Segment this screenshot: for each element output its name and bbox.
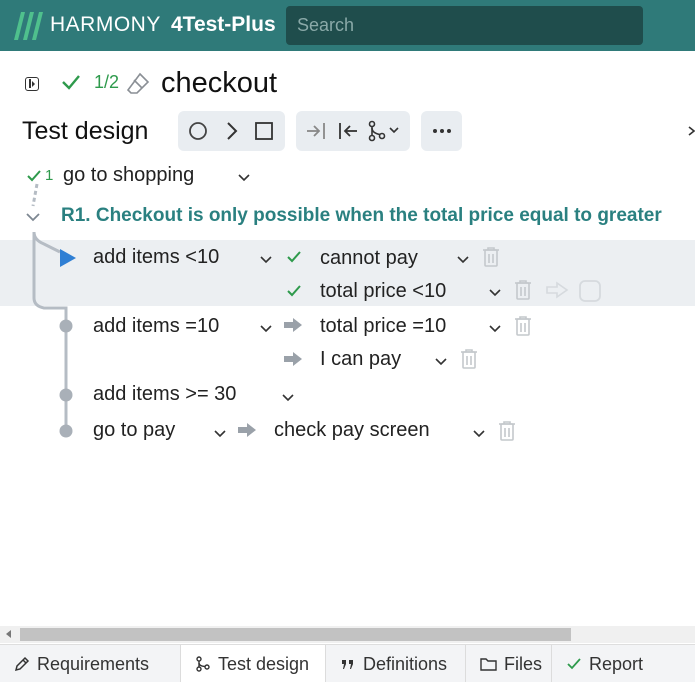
branch-icon [196, 656, 210, 672]
step-label[interactable]: go to shopping [63, 164, 194, 187]
search-input[interactable] [286, 6, 643, 45]
project-name[interactable]: 4Test-Plus [171, 13, 276, 37]
trash-icon[interactable] [514, 315, 532, 337]
outdent-icon[interactable] [336, 119, 360, 143]
toolbar: Test design [0, 110, 695, 154]
tab-label: Test design [218, 653, 310, 674]
chevron-down-icon[interactable] [260, 325, 272, 333]
square-node-icon[interactable] [578, 279, 602, 303]
node-type-group [178, 111, 285, 151]
tab-definitions[interactable]: Definitions [326, 645, 466, 682]
tab-requirements[interactable]: Requirements [0, 645, 181, 682]
check-icon [62, 75, 80, 90]
title-row: 1/2 checkout [0, 62, 695, 106]
page-title: checkout [161, 67, 278, 99]
action-label[interactable]: add items =10 [93, 315, 219, 338]
chevron-down-icon[interactable] [282, 394, 294, 402]
trash-icon[interactable] [482, 246, 500, 268]
chevron-down-icon[interactable] [238, 174, 250, 182]
tab-test-design[interactable]: Test design [181, 645, 326, 682]
rule-title[interactable]: R1. Checkout is only possible when the t… [61, 205, 662, 227]
action-label[interactable]: add items >= 30 [93, 383, 236, 406]
chevron-down-icon[interactable] [260, 256, 272, 264]
chevron-right-icon[interactable] [220, 119, 244, 143]
branch-menu-icon[interactable] [366, 119, 404, 143]
check-icon [27, 170, 41, 182]
brand-name: HARMONY [50, 13, 161, 36]
chevron-right-icon[interactable] [688, 122, 695, 140]
tab-label: Report [589, 653, 644, 674]
check-icon [287, 251, 301, 263]
app-window: HARMONY 4Test-Plus 1/2 checkout Test des… [0, 0, 695, 682]
completion-count: 1/2 [94, 72, 120, 92]
tab-report[interactable]: Report [552, 645, 695, 682]
result-label[interactable]: cannot pay [320, 247, 418, 270]
tab-label: Requirements [37, 653, 150, 674]
more-options-icon[interactable] [430, 119, 454, 143]
step-number: 1 [45, 167, 54, 184]
scroll-left-icon[interactable] [6, 630, 11, 638]
collapse-chevron-icon[interactable] [26, 212, 40, 222]
test-design-tree: 1 go to shopping R1. Checkout is only po… [0, 160, 695, 460]
folder-icon [480, 657, 497, 671]
bottom-tab-bar: Requirements Test design Definitions Fil… [0, 644, 695, 682]
sidebar-toggle-icon[interactable] [25, 77, 39, 91]
arrow-right-icon[interactable] [545, 281, 569, 299]
circle-node-icon[interactable] [186, 119, 210, 143]
indent-icon[interactable] [304, 119, 328, 143]
more-group [421, 111, 462, 151]
trash-icon[interactable] [514, 279, 532, 301]
trash-icon[interactable] [498, 420, 516, 442]
chevron-down-icon[interactable] [489, 325, 501, 333]
action-label[interactable]: go to pay [93, 419, 175, 442]
harmony-logo-icon[interactable] [12, 10, 44, 42]
square-node-icon[interactable] [252, 119, 276, 143]
trash-icon[interactable] [460, 348, 478, 370]
chevron-down-icon[interactable] [473, 430, 485, 438]
structure-group [296, 111, 410, 151]
top-bar: HARMONY 4Test-Plus [0, 0, 695, 51]
horizontal-scrollbar[interactable] [0, 626, 695, 643]
result-label[interactable]: check pay screen [274, 419, 430, 442]
arrow-right-icon [284, 352, 302, 366]
arrow-right-icon [238, 423, 256, 437]
eraser-icon[interactable] [126, 71, 150, 95]
play-icon[interactable] [60, 249, 76, 267]
chevron-down-icon[interactable] [457, 256, 469, 264]
result-label[interactable]: total price <10 [320, 280, 446, 303]
pencil-icon [14, 656, 30, 672]
tab-label: Files [504, 653, 543, 674]
arrow-right-icon [284, 318, 302, 332]
section-title: Test design [22, 117, 149, 145]
tab-files[interactable]: Files [466, 645, 552, 682]
chevron-down-icon[interactable] [489, 289, 501, 297]
action-label[interactable]: add items <10 [93, 246, 219, 269]
tab-label: Definitions [363, 653, 448, 674]
check-icon [567, 658, 581, 670]
chevron-down-icon[interactable] [214, 430, 226, 438]
check-icon [287, 285, 301, 297]
result-label[interactable]: total price =10 [320, 315, 446, 338]
scrollbar-thumb[interactable] [20, 628, 571, 641]
quote-icon [342, 660, 353, 669]
chevron-down-icon[interactable] [435, 358, 447, 366]
result-label[interactable]: I can pay [320, 348, 401, 371]
